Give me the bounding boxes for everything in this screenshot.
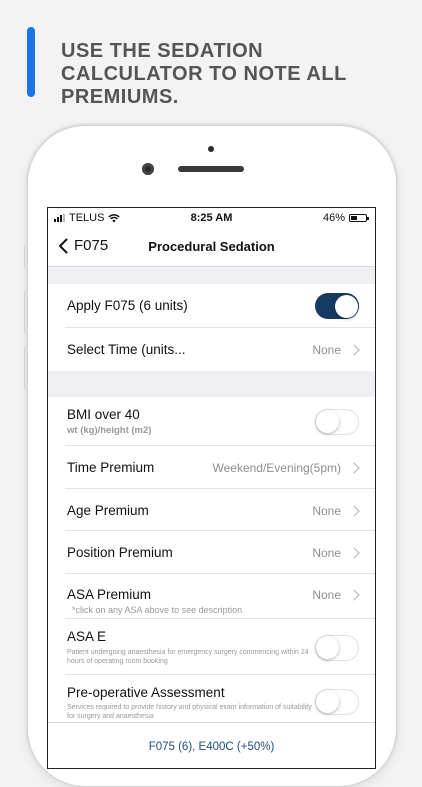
asa-premium-value: None xyxy=(312,588,341,602)
position-premium-row[interactable]: Position Premium None xyxy=(48,531,375,574)
asa-premium-label: ASA Premium xyxy=(67,587,152,602)
time-premium-value: Weekend/Evening(5pm) xyxy=(212,461,341,475)
age-premium-value: None xyxy=(312,504,341,518)
position-premium-value: None xyxy=(312,546,341,560)
page-title: Procedural Sedation xyxy=(148,239,275,254)
chevron-right-icon xyxy=(348,462,360,474)
asa-premium-note: *click on any ASA above to see descripti… xyxy=(72,605,243,615)
apply-f075-toggle[interactable] xyxy=(315,293,359,319)
proximity-sensor xyxy=(208,146,214,152)
asa-e-label: ASA E xyxy=(67,629,107,644)
preop-assessment-row: Pre-operative Assessment Services requir… xyxy=(48,675,375,722)
nav-bar: F075 Procedural Sedation xyxy=(48,228,375,267)
select-time-value: None xyxy=(312,343,341,357)
bmi-row: BMI over 40 wt (kg)/height (m2) xyxy=(48,397,375,446)
asa-e-row: ASA E Patient undergoing anaesthesia for… xyxy=(48,619,375,675)
battery-icon xyxy=(349,214,369,222)
bmi-sublabel: wt (kg)/height (m2) xyxy=(67,425,152,436)
age-premium-label: Age Premium xyxy=(67,503,149,518)
front-camera xyxy=(142,163,154,175)
section-spacer xyxy=(48,267,375,284)
promo-headline: USE THE SEDATION CALCULATOR TO NOTE ALL … xyxy=(61,40,347,108)
asa-premium-row[interactable]: ASA Premium None *click on any ASA above… xyxy=(48,574,375,619)
position-premium-label: Position Premium xyxy=(67,545,173,560)
chevron-right-icon xyxy=(348,547,360,559)
earpiece-speaker xyxy=(178,166,244,172)
preop-assessment-toggle[interactable] xyxy=(315,689,359,715)
asa-e-description: Patient undergoing anaesthesia for emerg… xyxy=(67,649,309,665)
select-time-label: Select Time (units... xyxy=(67,342,186,357)
apply-f075-row: Apply F075 (6 units) xyxy=(48,284,375,328)
chevron-right-icon xyxy=(348,589,360,601)
bmi-toggle[interactable] xyxy=(315,409,359,435)
bmi-label: BMI over 40 xyxy=(67,407,140,422)
status-bar: TELUS 8:25 AM 46% xyxy=(48,208,375,228)
preop-assessment-label: Pre-operative Assessment xyxy=(67,685,225,700)
chevron-right-icon xyxy=(348,505,360,517)
time-premium-row[interactable]: Time Premium Weekend/Evening(5pm) xyxy=(48,446,375,489)
time-premium-label: Time Premium xyxy=(67,460,155,475)
summary-footer: F075 (6), E400C (+50%) xyxy=(48,722,375,768)
app-screen: TELUS 8:25 AM 46% F075 Procedural Sedati… xyxy=(47,207,376,769)
asa-e-toggle[interactable] xyxy=(315,635,359,661)
battery-percent: 46% xyxy=(322,212,345,224)
preop-assessment-description: Services required to provide history and… xyxy=(67,704,312,720)
select-time-row[interactable]: Select Time (units... None xyxy=(48,328,375,371)
accent-bar xyxy=(27,27,35,97)
apply-f075-label: Apply F075 (6 units) xyxy=(67,298,188,313)
chevron-right-icon xyxy=(348,344,360,356)
age-premium-row[interactable]: Age Premium None xyxy=(48,489,375,531)
section-spacer xyxy=(48,371,375,397)
billing-summary: F075 (6), E400C (+50%) xyxy=(148,741,275,753)
